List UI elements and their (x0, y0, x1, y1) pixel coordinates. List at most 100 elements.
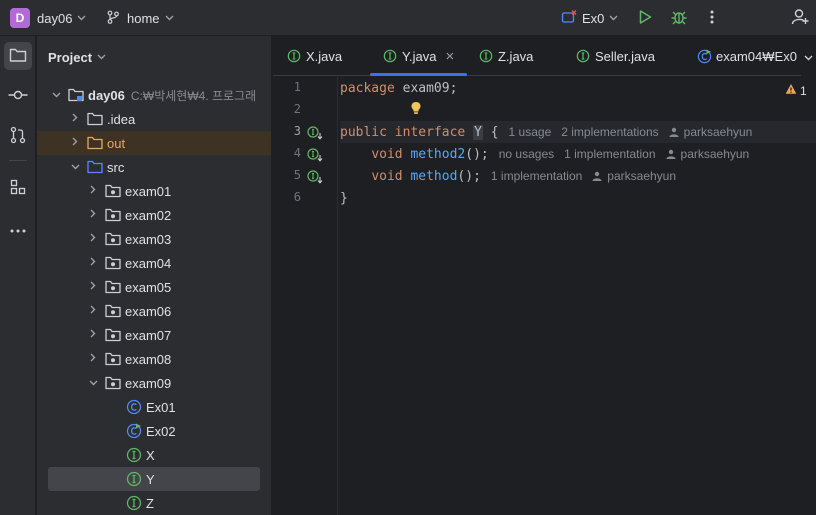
branch-name: home (127, 10, 160, 26)
code-token: method2 (410, 146, 466, 162)
tree-item-src[interactable]: src (37, 155, 271, 179)
tree-item-z[interactable]: Z (37, 491, 271, 515)
pull-requests-tool-button[interactable] (4, 122, 32, 150)
tree-item-exam06[interactable]: exam06 (37, 299, 271, 323)
tab-seller-java[interactable]: Seller.java (575, 36, 655, 76)
tree-item-out[interactable]: out (37, 131, 271, 155)
module-folder-icon (68, 87, 84, 103)
tree-item-exam05[interactable]: exam05 (37, 275, 271, 299)
inlay-hint-author[interactable]: parksaehyun (669, 125, 753, 139)
chevron-right-icon[interactable] (87, 233, 99, 245)
project-panel-header[interactable]: Project (48, 50, 106, 65)
tree-item-ex02[interactable]: Ex02 (37, 419, 271, 443)
more-tools-button[interactable] (4, 214, 32, 242)
chevron-right-icon[interactable] (87, 257, 99, 269)
close-icon[interactable]: × (445, 48, 454, 65)
excluded-folder-icon (87, 135, 103, 151)
person-icon (669, 127, 679, 137)
chevron-right-icon[interactable] (87, 353, 99, 365)
tree-item-label: exam07 (125, 327, 172, 343)
project-tool-button[interactable] (4, 42, 32, 70)
inlay-hint-author[interactable]: parksaehyun (592, 169, 676, 183)
tab-label: Seller.java (595, 48, 655, 64)
person-icon (666, 149, 676, 159)
add-user-button[interactable] (791, 0, 809, 36)
tree-item-exam01[interactable]: exam01 (37, 179, 271, 203)
tree-item-idea[interactable]: .idea (37, 107, 271, 131)
tree-item-label: exam04 (125, 255, 172, 271)
implemented-gutter-icon[interactable] (307, 170, 323, 187)
project-folder-icon (9, 47, 27, 66)
branch-switcher[interactable]: home (106, 0, 174, 36)
chevron-down-icon[interactable] (69, 161, 81, 173)
project-switcher[interactable]: D day06 (10, 0, 86, 36)
structure-icon (10, 179, 26, 198)
debug-icon (670, 8, 688, 29)
tab-label: Y.java (402, 48, 437, 64)
tree-item-label: exam03 (125, 231, 172, 247)
tree-item-label: exam01 (125, 183, 172, 199)
tree-item-label: .idea (107, 111, 136, 127)
tree-item-label: out (107, 135, 126, 151)
tab-y-java[interactable]: Y.java × (370, 36, 467, 76)
inlay-hint-author[interactable]: parksaehyun (666, 147, 749, 161)
chevron-right-icon[interactable] (87, 185, 99, 197)
more-icon (710, 10, 714, 27)
run-config-selector[interactable]: Ex0 (561, 0, 618, 36)
line-number: 1 (293, 80, 301, 94)
more-actions-button[interactable] (710, 0, 714, 36)
editor-tabs: X.java Y.java × Z.java Seller.java exam0… (273, 36, 816, 76)
inlay-hint-usages[interactable]: 1 usage (509, 125, 552, 139)
tree-item-exam02[interactable]: exam02 (37, 203, 271, 227)
chevron-right-icon[interactable] (87, 281, 99, 293)
tree-item-exam08[interactable]: exam08 (37, 347, 271, 371)
tree-item-x[interactable]: X (37, 443, 271, 467)
tab-x-java[interactable]: X.java (286, 36, 342, 76)
code-token: void (371, 168, 403, 184)
chevron-right-icon[interactable] (87, 209, 99, 221)
commit-tool-button[interactable] (4, 82, 32, 110)
tab-exam04-ex0[interactable]: exam04₩Ex0 (696, 36, 797, 76)
tabs-overflow-button[interactable] (801, 36, 816, 76)
tree-item-y[interactable]: Y (48, 467, 260, 491)
chevron-down-icon (804, 49, 813, 64)
tree-item-label: Ex01 (146, 399, 176, 415)
line-number: 5 (293, 168, 301, 182)
title-bar: D day06 home Ex0 (0, 0, 816, 36)
editor-area: X.java Y.java × Z.java Seller.java exam0… (273, 36, 816, 515)
tree-root-day06[interactable]: day06 C:₩박세현₩4. 프로그래 (37, 83, 271, 107)
tree-item-exam04[interactable]: exam04 (37, 251, 271, 275)
code-area[interactable]: package exam09; public interface Y { 1 u… (340, 77, 816, 515)
package-icon (105, 303, 121, 319)
implemented-gutter-icon[interactable] (307, 148, 323, 165)
debug-button[interactable] (670, 0, 688, 36)
chevron-right-icon[interactable] (87, 305, 99, 317)
implemented-gutter-icon[interactable] (307, 126, 323, 143)
tree-item-exam03[interactable]: exam03 (37, 227, 271, 251)
tree-item-label: Ex02 (146, 423, 176, 439)
tab-z-java[interactable]: Z.java (478, 36, 533, 76)
inlay-hint-implementations[interactable]: 2 implementations (561, 125, 658, 139)
line-number: 4 (293, 146, 301, 160)
run-button[interactable] (637, 0, 653, 36)
inlay-hint-implementations[interactable]: 1 implementation (564, 147, 655, 161)
chevron-right-icon[interactable] (87, 329, 99, 341)
run-config-icon (561, 9, 577, 28)
chevron-down-icon[interactable] (87, 377, 99, 389)
tree-item-exam09[interactable]: exam09 (37, 371, 271, 395)
inlay-hint-usages[interactable]: no usages (499, 147, 554, 161)
run-config-name: Ex0 (582, 10, 605, 26)
line-number: 3 (293, 124, 301, 138)
more-tools-icon (10, 221, 26, 236)
chevron-right-icon[interactable] (69, 113, 81, 125)
inlay-hint-implementations[interactable]: 1 implementation (491, 169, 582, 183)
package-icon (105, 255, 121, 271)
chevron-right-icon[interactable] (69, 137, 81, 149)
structure-tool-button[interactable] (4, 174, 32, 202)
tree-item-exam07[interactable]: exam07 (37, 323, 271, 347)
author-name: parksaehyun (683, 125, 753, 139)
tree-item-ex01[interactable]: Ex01 (37, 395, 271, 419)
gutter-separator (337, 77, 338, 515)
chevron-down-icon[interactable] (50, 89, 62, 101)
class-icon (126, 399, 142, 415)
